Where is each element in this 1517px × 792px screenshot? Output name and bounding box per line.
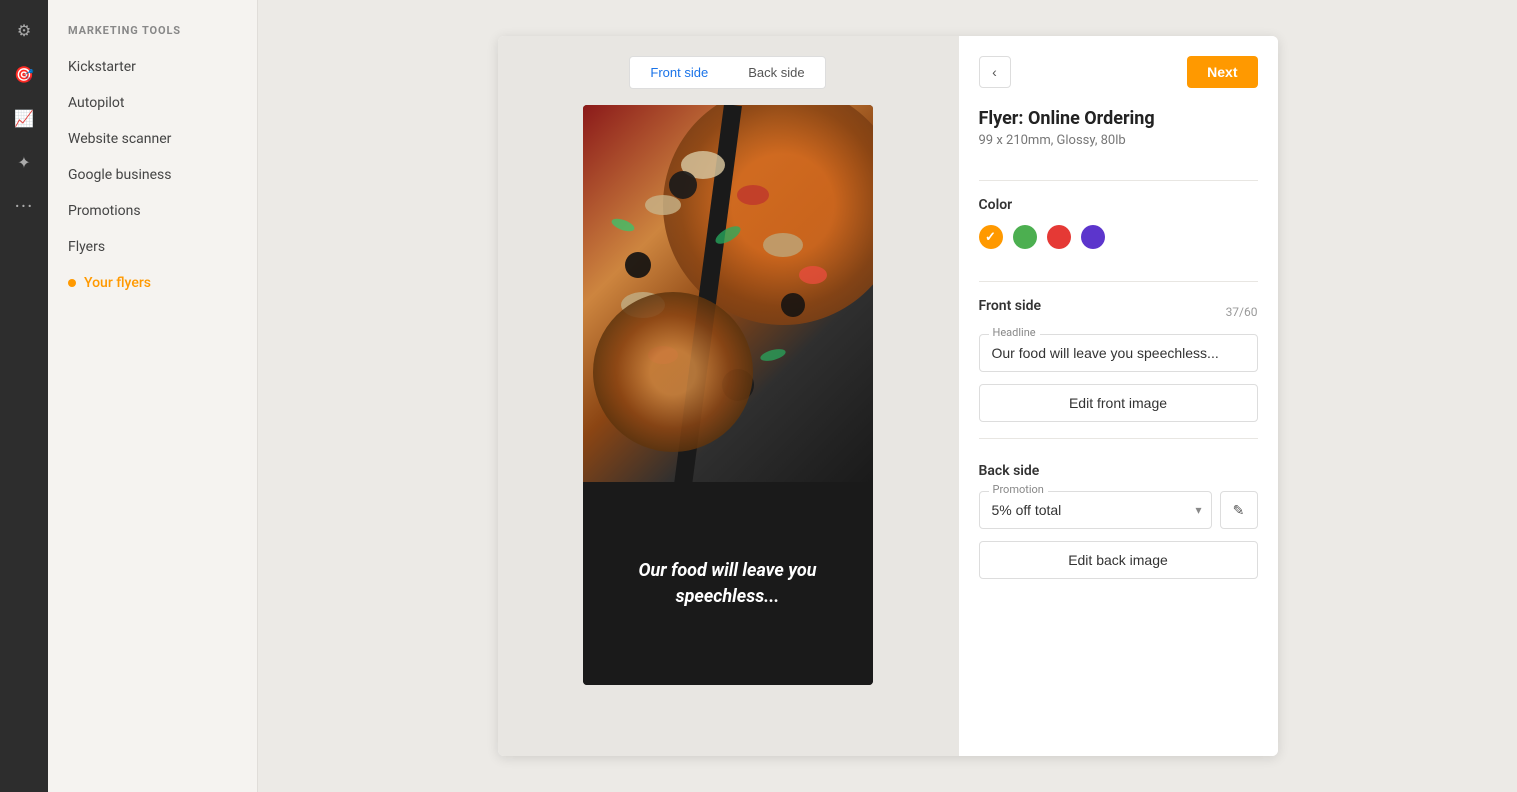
pizza-svg-overlay [583,105,873,482]
target-icon[interactable]: 🎯 [6,56,42,92]
color-section-label: Color [979,197,1258,213]
active-dot-icon [68,279,76,287]
back-side-label: Back side [979,463,1258,479]
more-icon[interactable]: ··· [6,188,42,224]
next-button[interactable]: Next [1187,56,1257,88]
sidebar-item-autopilot[interactable]: Autopilot [48,85,257,121]
headline-field-group: Headline [979,334,1258,372]
edit-promotion-icon-button[interactable]: ✎ [1220,491,1258,529]
flyer-subtitle: 99 x 210mm, Glossy, 80lb [979,133,1258,148]
divider-3 [979,438,1258,439]
flyer-title: Flyer: Online Ordering [979,108,1258,129]
tab-front-side[interactable]: Front side [629,56,729,89]
color-swatch-green[interactable] [1013,225,1037,249]
sidebar-item-label: Kickstarter [68,59,136,75]
sidebar-item-website-scanner[interactable]: Website scanner [48,121,257,157]
sidebar-section-title: MARKETING TOOLS [48,16,257,49]
sidebar-item-promotions[interactable]: Promotions [48,193,257,229]
flyer-bottom: Our food will leave you speechless... [583,482,873,685]
divider-1 [979,180,1258,181]
front-side-header: Front side 37/60 [979,298,1258,326]
icon-sidebar: ⚙ 🎯 📈 ✦ ··· [0,0,48,792]
sidebar-item-label: Your flyers [84,275,151,291]
color-swatch-purple[interactable] [1081,225,1105,249]
edit-back-image-button[interactable]: Edit back image [979,541,1258,579]
tab-back-side[interactable]: Back side [728,57,824,88]
pizza-visual [583,105,873,482]
back-side-section: Back side Promotion 5% off total 10% off… [979,463,1258,579]
promotion-float-label: Promotion [989,483,1048,496]
sidebar-item-label: Google business [68,167,171,183]
main-content: Front side Back side [258,0,1517,792]
flyer-tagline: Our food will leave you speechless... [603,558,853,608]
promotion-select[interactable]: 5% off total 10% off total Free delivery [979,491,1212,529]
left-sidebar: MARKETING TOOLS Kickstarter Autopilot We… [48,0,258,792]
promotion-select-wrap: Promotion 5% off total 10% off total Fre… [979,491,1212,529]
sidebar-item-flyers[interactable]: Flyers [48,229,257,265]
flyer-pizza-bg [583,105,873,482]
headline-input[interactable] [979,334,1258,372]
sidebar-item-kickstarter[interactable]: Kickstarter [48,49,257,85]
color-swatch-orange[interactable] [979,225,1003,249]
chart-icon[interactable]: 📈 [6,100,42,136]
promotion-row: Promotion 5% off total 10% off total Fre… [979,491,1258,529]
front-side-label: Front side [979,298,1042,314]
sidebar-item-your-flyers[interactable]: Your flyers [48,265,257,301]
color-swatch-red[interactable] [1047,225,1071,249]
settings-header: ‹ Next [979,56,1258,88]
sidebar-item-label: Website scanner [68,131,171,147]
tab-bar: Front side Back side [629,56,825,89]
color-swatches [979,225,1258,249]
sidebar-item-label: Promotions [68,203,141,219]
sidebar-item-label: Flyers [68,239,105,255]
pencil-icon: ✎ [1233,502,1245,519]
headline-float-label: Headline [989,326,1040,339]
back-button[interactable]: ‹ [979,56,1011,88]
sidebar-item-label: Autopilot [68,95,124,111]
settings-magic-icon[interactable]: ✦ [6,144,42,180]
settings-panel: ‹ Next Flyer: Online Ordering 99 x 210mm… [958,36,1278,756]
char-count: 37/60 [1226,305,1258,319]
flyer-image-container: Our food will leave you speechless... [583,105,873,685]
edit-front-image-button[interactable]: Edit front image [979,384,1258,422]
divider-2 [979,281,1258,282]
sidebar-item-google-business[interactable]: Google business [48,157,257,193]
flyer-editor-card: Front side Back side [498,36,1278,756]
gear-icon[interactable]: ⚙ [6,12,42,48]
preview-panel: Front side Back side [498,36,958,756]
